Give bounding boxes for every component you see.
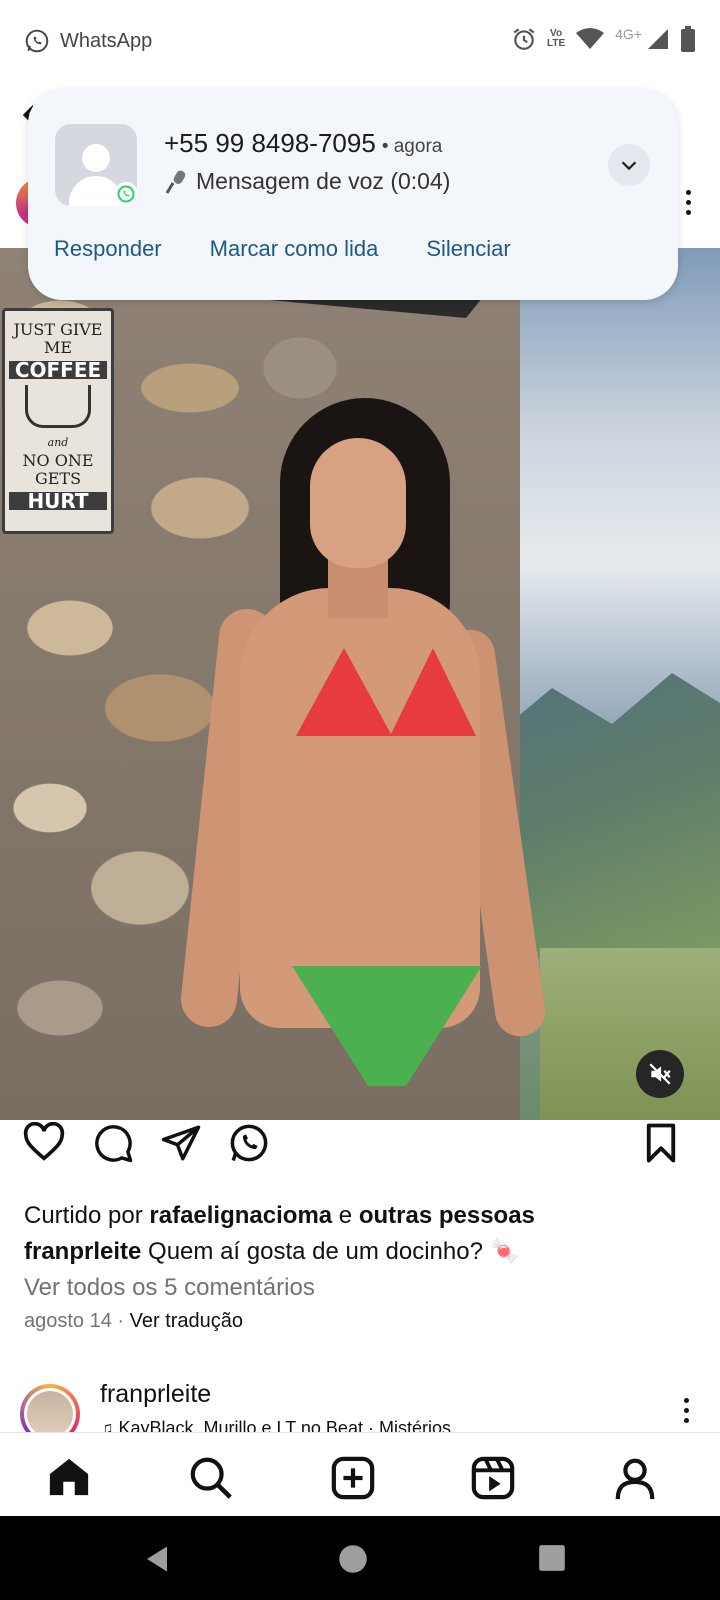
notification-actions: Responder Marcar como lida Silenciar [54, 236, 511, 262]
photo-person [178, 398, 549, 1120]
status-app-indicator: WhatsApp [24, 28, 152, 54]
battery-icon [681, 26, 695, 52]
next-post-header: franprleite ♫ KayBlack, Murillo e LT no … [0, 1380, 720, 1432]
notification-time: • agora [381, 136, 443, 157]
system-navigation-bar [0, 1516, 720, 1600]
status-bar: WhatsApp Vo LTE 4G+ [0, 0, 720, 88]
home-icon[interactable] [46, 1455, 92, 1499]
whatsapp-icon [25, 29, 49, 53]
whatsapp-notification[interactable]: +55 99 8498-7095 • agora Mensagem de voz … [28, 90, 678, 300]
photo-coffee-sign: JUST GIVE ME COFFEE and NO ONE GETS HURT [2, 308, 114, 534]
next-post-audio[interactable]: ♫ KayBlack, Murillo e LT no Beat · Misté… [100, 1418, 451, 1432]
reply-button[interactable]: Responder [54, 236, 162, 262]
whatsapp-share-icon[interactable] [228, 1122, 270, 1164]
like-icon[interactable] [22, 1122, 66, 1162]
caption-text: Quem aí gosta de um docinho? 🍬 [141, 1238, 520, 1265]
next-post-avatar[interactable] [20, 1384, 80, 1432]
speaker-muted-icon [649, 1063, 671, 1085]
reels-icon[interactable] [470, 1455, 516, 1501]
likes-prefix: Curtido por [24, 1202, 150, 1229]
volte-line2: LTE [546, 38, 566, 49]
caption-line: franprleite Quem aí gosta de um docinho?… [24, 1234, 704, 1270]
next-post-username[interactable]: franprleite [100, 1380, 211, 1409]
notification-title: +55 99 8498-7095 • agora [164, 128, 442, 159]
sign-line2: COFFEE [9, 360, 107, 380]
other-likers-link[interactable]: outras pessoas [359, 1202, 535, 1229]
caption-username-link[interactable]: franprleite [24, 1238, 141, 1265]
mark-as-read-button[interactable]: Marcar como lida [210, 236, 379, 262]
liked-by-user-link[interactable]: rafaelignacioma [149, 1202, 332, 1229]
see-translation-link[interactable]: Ver tradução [130, 1310, 243, 1332]
likes-line: Curtido por rafaelignacioma e outras pes… [24, 1198, 704, 1234]
mute-toggle-button[interactable] [636, 1050, 684, 1098]
alarm-icon [513, 28, 535, 50]
whatsapp-badge-icon [114, 182, 138, 206]
post-date: agosto 14 [24, 1310, 112, 1332]
sign-line5: HURT [9, 491, 107, 511]
network-type: 4G+ [615, 26, 642, 42]
notification-message-text: Mensagem de voz (0:04) [196, 168, 451, 194]
signal-icon [648, 29, 668, 49]
notification-sender: +55 99 8498-7095 [164, 128, 376, 158]
post-options-icon[interactable] [686, 190, 692, 215]
silence-button[interactable]: Silenciar [426, 236, 510, 262]
search-icon[interactable] [188, 1455, 234, 1501]
sign-line4: NO ONE GETS [22, 451, 94, 488]
share-icon[interactable] [160, 1122, 202, 1164]
post-meta: agosto 14 · Ver tradução [24, 1310, 704, 1333]
next-post-options-icon[interactable] [684, 1398, 690, 1423]
chevron-down-icon [621, 161, 637, 171]
photo-grass [540, 948, 720, 1120]
post-caption-area: Curtido por rafaelignacioma e outras pes… [24, 1198, 704, 1333]
sign-line3: and [47, 436, 69, 449]
create-post-icon[interactable] [330, 1455, 376, 1501]
comment-icon[interactable] [92, 1122, 134, 1164]
system-back-icon[interactable] [142, 1544, 172, 1574]
notification-message: Mensagem de voz (0:04) [164, 168, 450, 195]
wifi-icon [576, 28, 605, 49]
profile-icon[interactable] [612, 1455, 658, 1501]
view-comments-link[interactable]: Ver todos os 5 comentários [24, 1270, 704, 1306]
likes-conjunction: e [332, 1202, 359, 1229]
post-photo[interactable]: JUST GIVE ME COFFEE and NO ONE GETS HURT [0, 248, 720, 1120]
bottom-navigation [0, 1432, 720, 1517]
save-bookmark-icon[interactable] [642, 1122, 680, 1164]
system-recents-icon[interactable] [538, 1544, 566, 1572]
status-app-name: WhatsApp [60, 29, 153, 52]
notification-expand-button[interactable] [608, 144, 650, 186]
volte-indicator: Vo LTE [547, 29, 565, 49]
sign-line1: JUST GIVE ME [13, 320, 103, 357]
system-home-icon[interactable] [338, 1544, 368, 1574]
status-icons: Vo LTE 4G+ [511, 26, 696, 52]
microphone-icon [165, 170, 186, 194]
meta-separator: · [111, 1310, 130, 1332]
coffee-cup-icon [25, 385, 91, 428]
